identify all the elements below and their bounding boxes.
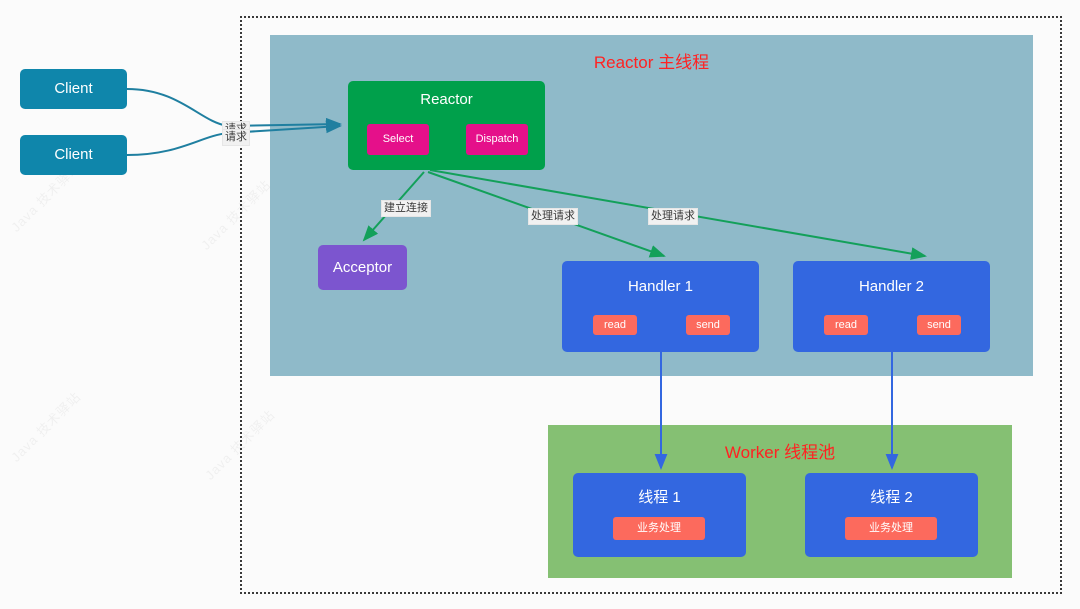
- handler-node-2-label: Handler 2: [858, 278, 925, 295]
- edge-label-establish-connection: 建立连接: [381, 200, 431, 218]
- handler-node-2[interactable]: Handler 2 read send: [793, 261, 990, 352]
- handler-2-read-button[interactable]: read: [824, 315, 868, 335]
- client-node-2[interactable]: Client: [20, 135, 127, 175]
- edge-label-handle-request-2: 处理请求: [648, 208, 698, 226]
- dispatch-button[interactable]: Dispatch: [466, 124, 528, 155]
- client-node-1[interactable]: Client: [20, 69, 127, 109]
- handler-node-1[interactable]: Handler 1 read send: [562, 261, 759, 352]
- worker-thread-node-2[interactable]: 线程 2 业务处理: [805, 473, 978, 557]
- acceptor-node[interactable]: Acceptor: [318, 245, 407, 290]
- client-node-1-label: Client: [54, 80, 93, 97]
- edge-label-request-2: 请求: [222, 129, 250, 147]
- worker-thread-node-2-label: 线程 2: [870, 489, 913, 506]
- reactor-panel-title: Reactor 主线程: [593, 53, 710, 72]
- acceptor-node-label: Acceptor: [332, 259, 393, 276]
- diagram-canvas: Java 技术驿站 Java 技术驿站 Java 技术驿站 Java 技术驿站 …: [0, 0, 1080, 609]
- handler-2-send-button[interactable]: send: [917, 315, 961, 335]
- worker-thread-node-1-label: 线程 1: [638, 489, 681, 506]
- reactor-node[interactable]: Reactor Select Dispatch: [348, 81, 545, 170]
- handler-1-send-button[interactable]: send: [686, 315, 730, 335]
- watermark: Java 技术驿站: [6, 387, 85, 466]
- handler-1-read-button[interactable]: read: [593, 315, 637, 335]
- thread-1-business-button[interactable]: 业务处理: [613, 517, 705, 540]
- reactor-node-label: Reactor: [420, 91, 473, 108]
- worker-thread-node-1[interactable]: 线程 1 业务处理: [573, 473, 746, 557]
- worker-panel-title: Worker 线程池: [724, 443, 836, 462]
- edge-label-handle-request-1: 处理请求: [528, 208, 578, 226]
- client-node-2-label: Client: [54, 146, 93, 163]
- thread-2-business-button[interactable]: 业务处理: [845, 517, 937, 540]
- handler-node-1-label: Handler 1: [627, 278, 694, 295]
- select-button[interactable]: Select: [367, 124, 429, 155]
